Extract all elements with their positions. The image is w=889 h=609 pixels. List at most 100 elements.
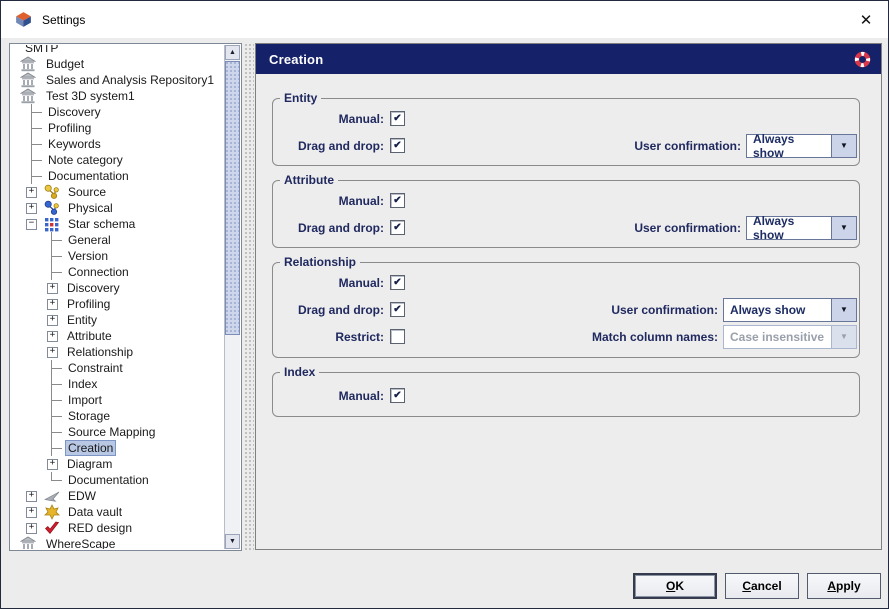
tree-item-sales-and-analysis-repository1[interactable]: Sales and Analysis Repository1 bbox=[11, 72, 224, 88]
tree-item-relationship[interactable]: + Relationship bbox=[11, 344, 224, 360]
tree-item-discovery[interactable]: + Discovery bbox=[11, 280, 224, 296]
expand-plus-icon[interactable]: + bbox=[26, 202, 37, 214]
select-value: Always show bbox=[753, 131, 795, 160]
tree-branch-line bbox=[51, 248, 63, 264]
user-confirmation-select[interactable]: Always show ▼ bbox=[723, 297, 857, 322]
manual-checkbox[interactable]: ✔ bbox=[390, 388, 405, 403]
select-value: Case insensitive bbox=[730, 329, 825, 344]
tree-item-source[interactable]: + Source bbox=[11, 184, 224, 200]
tree-branch-line bbox=[31, 104, 43, 120]
manual-checkbox[interactable]: ✔ bbox=[390, 111, 405, 126]
title-bar[interactable]: Settings ✕ bbox=[1, 1, 888, 38]
ok-button[interactable]: OK bbox=[633, 573, 717, 599]
user-confirmation-select[interactable]: Always show ▼ bbox=[746, 213, 857, 242]
match-column-names-select: Case insensitive ▼ bbox=[723, 324, 857, 349]
select-label: User confirmation: bbox=[611, 302, 718, 317]
chevron-down-icon[interactable]: ▼ bbox=[831, 134, 856, 157]
expand-plus-icon[interactable]: + bbox=[26, 506, 37, 518]
close-icon[interactable]: ✕ bbox=[854, 8, 878, 32]
button-mnemonic: O bbox=[665, 579, 676, 593]
scrollbar-thumb[interactable] bbox=[225, 61, 240, 335]
tree-item-source-mapping[interactable]: Source Mapping bbox=[11, 424, 224, 440]
tree-item-constraint[interactable]: Constraint bbox=[11, 360, 224, 376]
expand-plus-icon[interactable]: + bbox=[47, 282, 58, 294]
tree-item-creation[interactable]: Creation bbox=[11, 440, 224, 456]
setting-row: Manual: ✔ bbox=[273, 105, 857, 132]
restrict-checkbox[interactable] bbox=[390, 329, 405, 344]
panel-header: Creation bbox=[256, 44, 881, 74]
tree-item-version[interactable]: Version bbox=[11, 248, 224, 264]
expand-plus-icon[interactable]: + bbox=[26, 522, 37, 534]
tree-item-general[interactable]: General bbox=[11, 232, 224, 248]
manual-checkbox[interactable]: ✔ bbox=[390, 193, 405, 208]
tree-item-smtp[interactable]: SMTP bbox=[11, 45, 224, 56]
expand-plus-icon[interactable]: + bbox=[47, 314, 58, 326]
chevron-down-icon[interactable]: ▼ bbox=[831, 216, 856, 239]
tree-branch-line bbox=[51, 392, 63, 408]
user-confirmation-select[interactable]: Always show ▼ bbox=[746, 131, 857, 160]
tree-item-documentation[interactable]: Documentation bbox=[11, 168, 224, 184]
tree-item-wherescape[interactable]: WhereScape bbox=[11, 536, 224, 549]
expand-plus-icon[interactable]: + bbox=[47, 346, 58, 358]
tree-item-label: Attribute bbox=[67, 329, 112, 343]
tree-item-connection[interactable]: Connection bbox=[11, 264, 224, 280]
tree-item-red-design[interactable]: + RED design bbox=[11, 520, 224, 536]
tree-item-keywords[interactable]: Keywords bbox=[11, 136, 224, 152]
expand-plus-icon[interactable]: + bbox=[26, 490, 37, 502]
scrollbar-down-icon[interactable]: ▼ bbox=[225, 534, 240, 549]
tree-item-entity[interactable]: + Entity bbox=[11, 312, 224, 328]
button-label: pply bbox=[836, 579, 861, 593]
tree-item-attribute[interactable]: + Attribute bbox=[11, 328, 224, 344]
expand-plus-icon[interactable]: + bbox=[47, 330, 58, 342]
drag-and-drop-checkbox[interactable]: ✔ bbox=[390, 138, 405, 153]
chevron-down-icon[interactable]: ▼ bbox=[831, 298, 856, 321]
help-lifebuoy-icon[interactable] bbox=[854, 51, 871, 68]
tree-scrollbar[interactable]: ▲ ▼ bbox=[224, 45, 240, 549]
tree-item-index[interactable]: Index bbox=[11, 376, 224, 392]
drag-and-drop-checkbox[interactable]: ✔ bbox=[390, 302, 405, 317]
data-vault-icon bbox=[44, 504, 60, 520]
group-entity: Entity Manual: ✔ Drag and drop: ✔ User c… bbox=[272, 91, 860, 166]
setting-row: Drag and drop: ✔ User confirmation: Alwa… bbox=[273, 213, 857, 242]
tree-item-profiling[interactable]: + Profiling bbox=[11, 296, 224, 312]
cancel-button[interactable]: Cancel bbox=[725, 573, 799, 599]
tree-item-label: Index bbox=[68, 377, 98, 391]
expand-plus-icon[interactable]: + bbox=[26, 186, 37, 198]
tree-item-data-vault[interactable]: + Data vault bbox=[11, 504, 224, 520]
checkbox-label: Manual: bbox=[338, 111, 384, 126]
scrollbar-up-icon[interactable]: ▲ bbox=[225, 45, 240, 60]
tree-item-label: Star schema bbox=[68, 217, 136, 231]
tree-item-label: Constraint bbox=[68, 361, 123, 375]
tree-item-discovery[interactable]: Discovery bbox=[11, 104, 224, 120]
tree-branch-line bbox=[51, 408, 63, 424]
tree-item-test-3d-system1[interactable]: Test 3D system1 bbox=[11, 88, 224, 104]
tree-item-profiling[interactable]: Profiling bbox=[11, 120, 224, 136]
tree-item-label: Source Mapping bbox=[68, 425, 156, 439]
tree-item-documentation[interactable]: Documentation bbox=[11, 472, 224, 488]
tree-item-label: WhereScape bbox=[46, 537, 116, 549]
tree-item-label: SMTP bbox=[25, 45, 59, 55]
tree-item-storage[interactable]: Storage bbox=[11, 408, 224, 424]
collapse-minus-icon[interactable]: − bbox=[26, 218, 37, 230]
red-design-icon bbox=[45, 521, 60, 535]
expand-plus-icon[interactable]: + bbox=[47, 298, 58, 310]
checkbox-label: Drag and drop: bbox=[298, 302, 384, 317]
tree-item-star-schema[interactable]: − Star schema bbox=[11, 216, 224, 232]
tree-item-note-category[interactable]: Note category bbox=[11, 152, 224, 168]
expand-plus-icon[interactable]: + bbox=[47, 458, 58, 470]
select-value: Always show bbox=[753, 213, 795, 242]
tree-item-label: Import bbox=[68, 393, 103, 407]
tree-item-label: Creation bbox=[64, 440, 117, 456]
tree-item-label: Diagram bbox=[67, 457, 113, 471]
tree-item-edw[interactable]: + EDW bbox=[11, 488, 224, 504]
bank-icon bbox=[20, 88, 36, 104]
manual-checkbox[interactable]: ✔ bbox=[390, 275, 405, 290]
tree-item-label: Source bbox=[68, 185, 107, 199]
tree-item-diagram[interactable]: + Diagram bbox=[11, 456, 224, 472]
tree-item-import[interactable]: Import bbox=[11, 392, 224, 408]
tree-item-physical[interactable]: + Physical bbox=[11, 200, 224, 216]
panel-splitter[interactable] bbox=[244, 43, 254, 551]
drag-and-drop-checkbox[interactable]: ✔ bbox=[390, 220, 405, 235]
tree-item-budget[interactable]: Budget bbox=[11, 56, 224, 72]
apply-button[interactable]: Apply bbox=[807, 573, 881, 599]
